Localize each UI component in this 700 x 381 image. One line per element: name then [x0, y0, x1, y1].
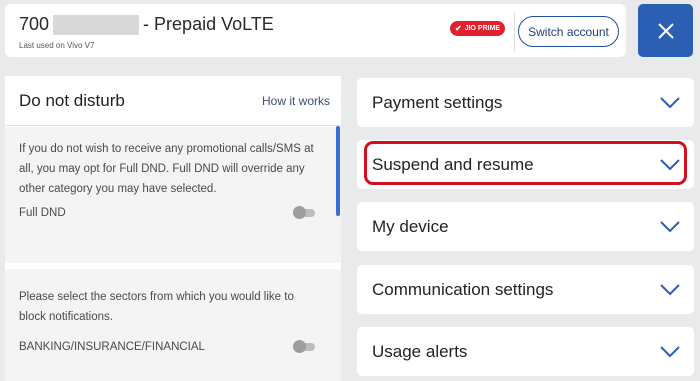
dnd-header: Do not disturb How it works — [5, 76, 341, 126]
account-plan: - Prepaid VoLTE — [143, 14, 274, 34]
full-dnd-row: Full DND — [19, 206, 319, 219]
sector-banking-toggle[interactable] — [293, 340, 315, 353]
chevron-down-icon — [660, 283, 680, 295]
chevron-down-icon — [660, 96, 680, 108]
communication-settings-item[interactable]: Communication settings — [357, 265, 694, 314]
switch-account-button[interactable]: Switch account — [518, 16, 619, 47]
chevron-down-icon — [660, 220, 680, 232]
usage-alerts-item[interactable]: Usage alerts — [357, 327, 694, 376]
last-used-text: Last used on Vivo V7 — [19, 41, 95, 50]
dnd-panel: Do not disturb How it works If you do no… — [5, 76, 341, 381]
header-divider — [514, 12, 515, 52]
suspend-resume-item[interactable]: Suspend and resume — [357, 140, 694, 189]
accordion-label: Suspend and resume — [372, 154, 534, 174]
accordion-label: Usage alerts — [372, 341, 468, 361]
dnd-body: If you do not wish to receive any promot… — [5, 127, 341, 381]
accordion-label: My device — [372, 216, 449, 236]
sectors-section: Please select the sectors from which you… — [5, 269, 341, 353]
sector-row-banking: BANKING/INSURANCE/FINANCIAL — [19, 340, 319, 353]
close-icon — [657, 22, 674, 39]
dnd-description: If you do not wish to receive any promot… — [19, 143, 314, 195]
account-number-mask — [53, 14, 140, 35]
account-header: 700 - Prepaid VoLTE Last used on Vivo V7… — [5, 4, 626, 57]
accordion-label: Communication settings — [372, 279, 554, 299]
accordion-label: Payment settings — [372, 92, 503, 112]
scrollbar[interactable] — [336, 126, 340, 216]
chevron-down-icon — [660, 345, 680, 357]
account-number: 700 — [19, 14, 50, 34]
payment-settings-item[interactable]: Payment settings — [357, 78, 694, 127]
full-dnd-section: If you do not wish to receive any promot… — [5, 127, 341, 263]
prime-badge-label: JIO PRIME — [464, 25, 501, 32]
my-device-item[interactable]: My device — [357, 202, 694, 251]
account-line: 700 - Prepaid VoLTE — [19, 14, 274, 35]
close-button[interactable] — [638, 4, 693, 57]
sectors-prompt: Please select the sectors from which you… — [19, 291, 294, 323]
sector-label: BANKING/INSURANCE/FINANCIAL — [19, 341, 205, 353]
dnd-title: Do not disturb — [19, 90, 125, 110]
check-icon: ✔ — [455, 24, 462, 33]
full-dnd-label: Full DND — [19, 207, 66, 219]
chevron-down-icon — [660, 158, 680, 170]
jio-prime-badge: ✔ JIO PRIME — [450, 21, 506, 36]
full-dnd-toggle[interactable] — [293, 206, 315, 219]
how-it-works-link[interactable]: How it works — [262, 94, 330, 108]
